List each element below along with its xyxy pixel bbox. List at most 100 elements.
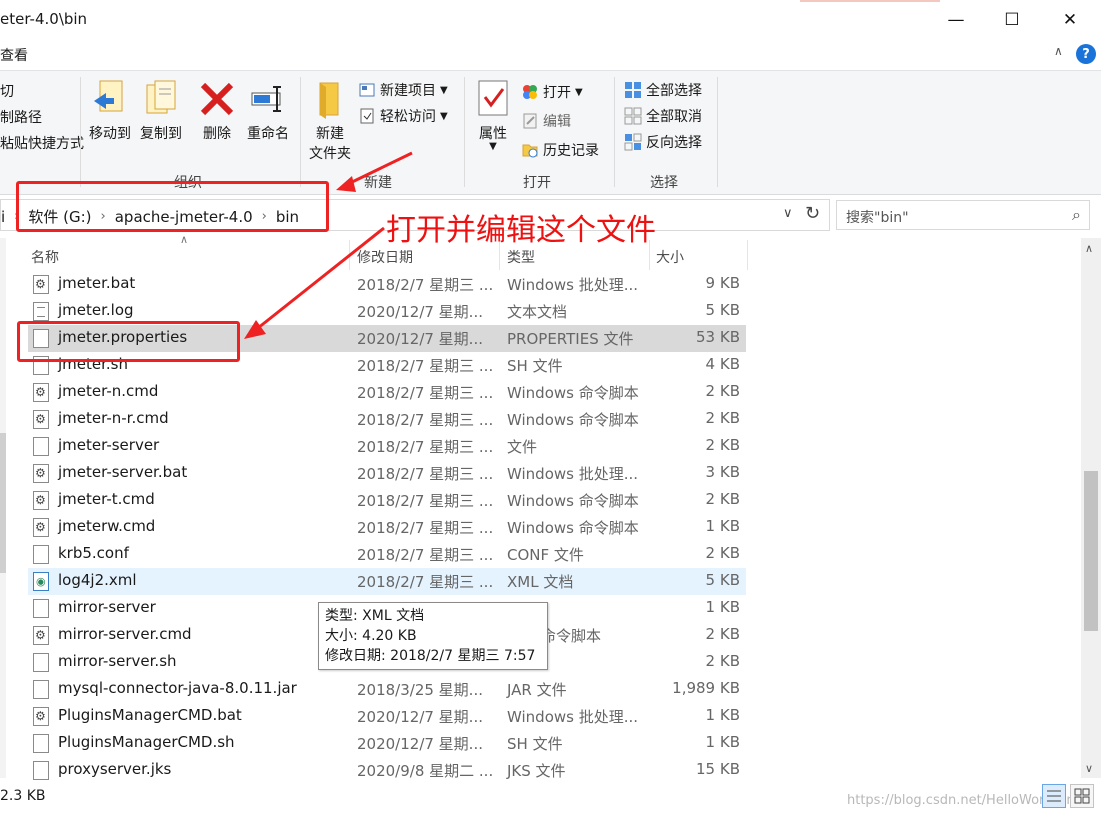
ribbon-tabs: 查看 xyxy=(0,40,1101,70)
invert-selection-icon xyxy=(624,133,642,151)
new-item-icon xyxy=(358,81,376,99)
copy-to-button[interactable]: 复制到 xyxy=(137,79,185,143)
file-type: JKS 文件 xyxy=(507,762,566,780)
invert-selection-label: 反向选择 xyxy=(646,135,702,151)
file-row[interactable]: jmeter-server.bat 2018/2/7 星期三 ... Windows… xyxy=(28,460,746,487)
title-accent xyxy=(800,0,940,2)
edit-button[interactable]: 编辑 xyxy=(521,111,571,131)
file-date: 2020/12/7 星期... xyxy=(357,735,483,753)
file-row[interactable]: jmeter-n-r.cmd 2018/2/7 星期三 ... Windows 命令… xyxy=(28,406,746,433)
delete-icon xyxy=(199,79,235,119)
file-type: 文本文档 xyxy=(507,303,568,321)
column-divider[interactable] xyxy=(349,240,350,270)
paste-shortcut-button[interactable]: 粘贴快捷方式 xyxy=(0,133,84,153)
file-name: jmeter-server.bat xyxy=(58,463,188,481)
minimize-button[interactable]: — xyxy=(928,0,984,40)
scroll-up-icon[interactable]: ∧ xyxy=(1085,242,1093,255)
rename-button[interactable]: 重命名 xyxy=(244,79,292,143)
chevron-up-icon[interactable]: ∧ xyxy=(1054,44,1063,58)
file-row[interactable]: log4j2.xml 2018/2/7 星期三 ... XML 文档 5 KB xyxy=(28,568,746,595)
file-name: jmeter.log xyxy=(58,301,134,319)
file-size: 9 KB xyxy=(705,274,740,292)
file-date: 2020/9/8 星期二 ... xyxy=(357,762,494,780)
select-none-button[interactable]: 全部取消 xyxy=(624,106,702,126)
invert-selection-button[interactable]: 反向选择 xyxy=(624,132,702,152)
script-file-icon xyxy=(33,491,49,510)
file-size: 5 KB xyxy=(705,301,740,319)
close-button[interactable]: ✕ xyxy=(1042,0,1098,40)
group-label-open: 打开 xyxy=(523,175,551,191)
file-row[interactable]: jmeter-t.cmd 2018/2/7 星期三 ... Windows 命令脚本… xyxy=(28,487,746,514)
new-folder-button[interactable]: 新建 文件夹 xyxy=(306,79,354,163)
window-title: eter-4.0\bin xyxy=(0,10,88,28)
large-icons-view-button[interactable] xyxy=(1070,784,1094,808)
cut-button[interactable]: 切 xyxy=(0,81,14,101)
file-size: 5 KB xyxy=(705,571,740,589)
file-row[interactable]: jmeter-n.cmd 2018/2/7 星期三 ... Windows 命令脚本… xyxy=(28,379,746,406)
file-name: jmeter-n.cmd xyxy=(58,382,159,400)
details-view-icon xyxy=(1047,790,1061,802)
delete-button[interactable]: 删除 xyxy=(198,79,236,143)
file-type: Windows 批处理... xyxy=(507,465,639,483)
file-type: Windows 批处理... xyxy=(507,708,639,726)
script-file-icon xyxy=(33,707,49,726)
file-row[interactable]: krb5.conf 2018/2/7 星期三 ... CONF 文件 2 KB xyxy=(28,541,746,568)
move-to-label: 移动到 xyxy=(89,126,131,142)
ribbon: 切 制路径 粘贴快捷方式 移动到 复制到 删除 重命名 组织 新建 文件夹 新建… xyxy=(0,70,1101,195)
file-date: 2018/2/7 星期三 ... xyxy=(357,411,494,429)
file-name: mysql-connector-java-8.0.11.jar xyxy=(58,679,297,697)
file-date: 2018/2/7 星期三 ... xyxy=(357,519,494,537)
navigation-scroll-thumb[interactable] xyxy=(0,433,6,573)
file-name: jmeter-n-r.cmd xyxy=(58,409,169,427)
tab-view[interactable]: 查看 xyxy=(0,45,28,65)
easy-access-button[interactable]: 轻松访问 ▼ xyxy=(358,106,448,126)
details-view-button[interactable] xyxy=(1042,784,1066,808)
file-size: 2 KB xyxy=(705,436,740,454)
open-button[interactable]: 打开 ▼ xyxy=(521,82,583,102)
file-date: 2020/12/7 星期... xyxy=(357,303,483,321)
open-label: 打开 xyxy=(543,85,571,101)
scroll-thumb[interactable] xyxy=(1084,471,1098,631)
refresh-icon[interactable]: ↻ xyxy=(805,203,820,224)
file-name: log4j2.xml xyxy=(58,571,137,589)
file-size: 1,989 KB xyxy=(672,679,740,697)
file-type: Windows 命令脚本 xyxy=(507,519,639,537)
copy-path-button[interactable]: 制路径 xyxy=(0,107,42,127)
file-type: PROPERTIES 文件 xyxy=(507,330,634,348)
rename-icon xyxy=(250,79,286,119)
file-date: 2018/2/7 星期三 ... xyxy=(357,276,494,294)
text-file-icon xyxy=(33,302,49,321)
file-icon xyxy=(33,437,49,456)
file-row[interactable]: jmeter.bat 2018/2/7 星期三 ... Windows 批处理...… xyxy=(28,271,746,298)
group-separator xyxy=(614,77,615,187)
navigation-pane-scroll[interactable] xyxy=(0,238,6,778)
history-label: 历史记录 xyxy=(543,143,599,159)
move-to-button[interactable]: 移动到 xyxy=(86,79,134,143)
help-icon[interactable]: ? xyxy=(1076,44,1096,64)
file-row[interactable]: mysql-connector-java-8.0.11.jar 2018/3/25… xyxy=(28,676,746,703)
file-icon xyxy=(33,653,49,672)
file-list-scrollbar[interactable]: ∧ ∨ xyxy=(1081,238,1101,778)
file-row[interactable]: PluginsManagerCMD.sh 2020/12/7 星期... SH 文件… xyxy=(28,730,746,757)
address-dropdown-icon[interactable]: ∨ xyxy=(783,206,793,221)
search-input[interactable]: 搜索"bin" xyxy=(846,207,909,227)
search-icon: ⌕ xyxy=(1072,205,1081,224)
properties-button[interactable]: 属性 ▼ xyxy=(470,79,516,152)
search-box[interactable]: 搜索"bin" ⌕ xyxy=(836,200,1090,230)
file-row[interactable]: PluginsManagerCMD.bat 2020/12/7 星期... Wind… xyxy=(28,703,746,730)
maximize-icon: ☐ xyxy=(1004,10,1020,30)
maximize-button[interactable]: ☐ xyxy=(984,0,1040,40)
scroll-down-icon[interactable]: ∨ xyxy=(1085,762,1093,775)
file-date: 2020/12/7 星期... xyxy=(357,708,483,726)
history-button[interactable]: 历史记录 xyxy=(521,140,599,160)
file-row[interactable]: jmeter-server 2018/2/7 星期三 ... 文件 2 KB xyxy=(28,433,746,460)
file-type: XML 文档 xyxy=(507,573,574,591)
file-size: 2 KB xyxy=(705,544,740,562)
file-row[interactable]: jmeterw.cmd 2018/2/7 星期三 ... Windows 命令脚本 1… xyxy=(28,514,746,541)
file-row[interactable]: proxyserver.jks 2020/9/8 星期二 ... JKS 文件 15 … xyxy=(28,757,746,784)
select-all-button[interactable]: 全部选择 xyxy=(624,80,702,100)
column-divider[interactable] xyxy=(747,240,748,270)
new-item-button[interactable]: 新建项目 ▼ xyxy=(358,80,448,100)
title-bar: eter-4.0\bin — ☐ ✕ xyxy=(0,0,1101,40)
file-type: CONF 文件 xyxy=(507,546,584,564)
